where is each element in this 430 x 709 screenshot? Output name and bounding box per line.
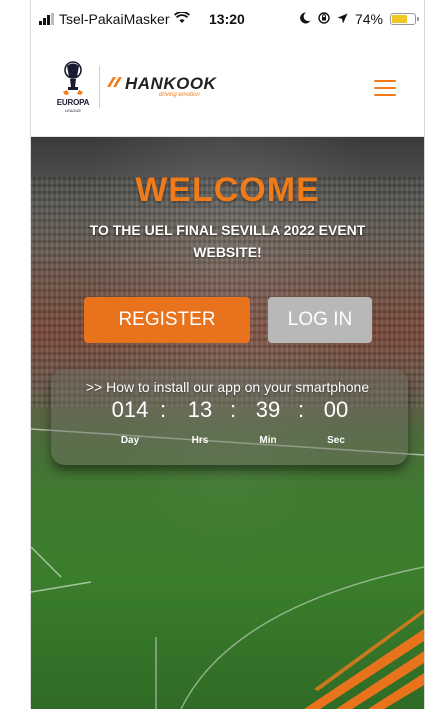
countdown-timer: 014 : 13 : 39 : 00 [105,397,365,429]
welcome-heading: WELCOME [135,171,320,209]
logo-divider [99,66,100,108]
countdown-days: 014 [111,397,149,422]
login-button[interactable]: LOG IN [268,297,372,343]
europa-league-logo[interactable]: EUROPA LEAGUE [53,60,93,116]
countdown-minutes-label: Min [259,435,277,446]
countdown-days-label: Day [120,435,140,446]
countdown-minutes: 39 [255,397,281,422]
europa-league-trophy-icon [63,61,83,95]
uel-logo-text: EUROPA [56,98,90,107]
status-right: 74% [300,11,419,27]
status-bar: Tsel-PakaiMasker 13:20 74% [31,0,424,38]
site-header: EUROPA LEAGUE Hankook driving emotion [31,38,424,137]
hero-section: WELCOME TO THE UEL FINAL SEVILLA 2022 EV… [31,137,424,709]
screen-lock-rotation-icon [318,11,330,27]
countdown-seconds: 00 [323,397,349,422]
countdown-hours: 13 [187,397,213,422]
orange-stripes-decoration [304,609,424,709]
phone-screen: Tsel-PakaiMasker 13:20 74% EUROPA LEAGUE… [30,0,425,709]
install-app-link[interactable]: >> How to install our app on your smartp… [31,379,424,395]
battery-icon [390,13,419,25]
countdown-separator: : [297,397,305,422]
status-left: Tsel-PakaiMasker [39,11,191,27]
do-not-disturb-icon [300,11,311,27]
event-subtitle: TO THE UEL FINAL SEVILLA 2022 EVENT WEBS… [89,222,366,260]
battery-fill [392,15,407,23]
wifi-icon [174,11,191,27]
countdown-separator: : [229,397,237,422]
countdown-hours-label: Hrs [191,435,209,446]
status-time: 13:20 [209,11,245,27]
countdown-separator: : [159,397,167,422]
hankook-mark-icon [107,77,122,87]
countdown-seconds-label: Sec [327,435,345,446]
hankook-logo[interactable]: Hankook driving emotion [107,74,217,98]
hankook-slogan: driving emotion [159,92,200,98]
signal-bars-icon [39,13,54,25]
uel-logo-subtext: LEAGUE [64,108,82,113]
carrier-name: Tsel-PakaiMasker [59,11,170,27]
battery-percent: 74% [354,11,383,27]
hankook-wordmark: Hankook [125,74,217,93]
location-arrow-icon [337,11,348,27]
hamburger-menu-icon[interactable] [374,80,396,98]
register-button[interactable]: REGISTER [84,297,250,343]
